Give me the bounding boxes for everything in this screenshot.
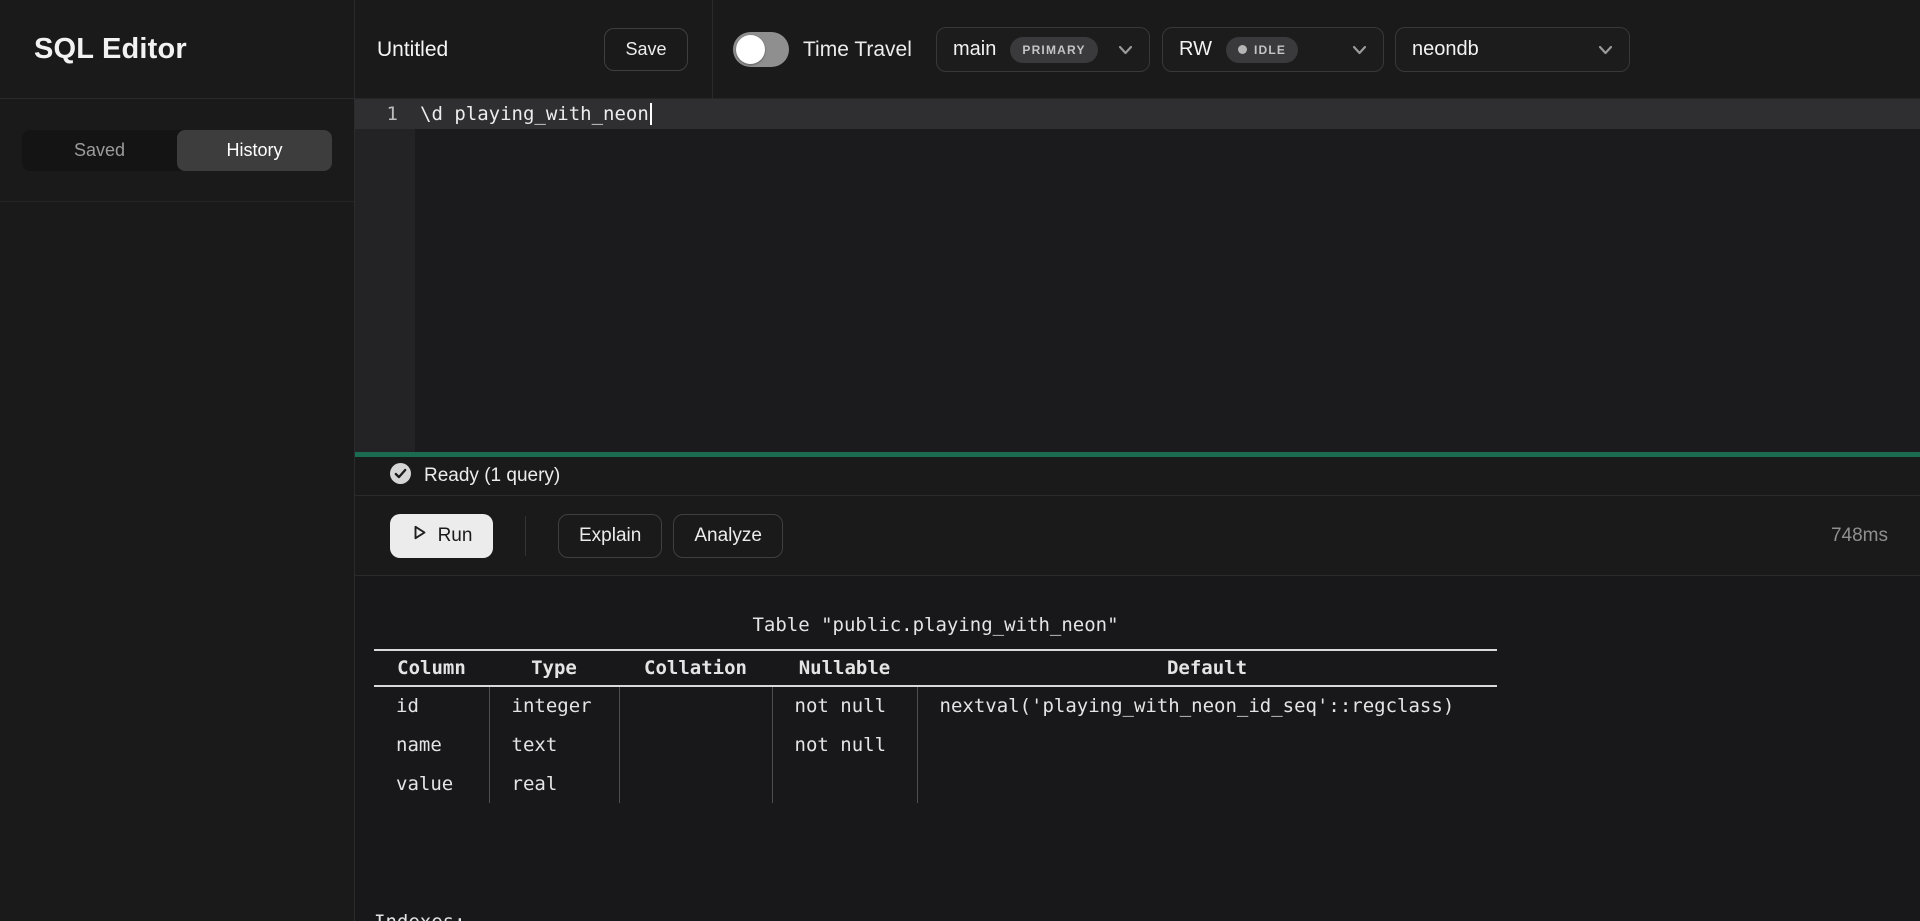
actions-toolbar: Run Explain Analyze 748ms xyxy=(355,496,1920,576)
table-header-cell: Column xyxy=(374,650,489,686)
main-panel: Untitled Save Time Travel main PRIMARY R… xyxy=(355,0,1920,921)
query-title[interactable]: Untitled xyxy=(377,0,448,99)
results-table: Column Type Collation Nullable Default i… xyxy=(374,649,1497,803)
table-header-cell: Collation xyxy=(619,650,772,686)
code-editor[interactable]: 1 \d playing_with_neon xyxy=(355,99,1920,452)
play-icon xyxy=(411,524,428,547)
editor-gutter xyxy=(355,129,415,452)
tab-saved[interactable]: Saved xyxy=(22,130,177,171)
results-table-title: Table "public.playing_with_neon" xyxy=(374,614,1497,636)
table-cell: not null xyxy=(772,725,917,764)
indexes-section: Indexes: "playing_with_neon_pkey" PRIMAR… xyxy=(374,830,1920,921)
sidebar-tabs: Saved History xyxy=(0,99,354,202)
text-cursor xyxy=(650,103,652,125)
table-cell: not null xyxy=(772,686,917,725)
table-cell xyxy=(619,725,772,764)
results-panel: Table "public.playing_with_neon" Column … xyxy=(355,576,1920,921)
compute-select[interactable]: RW IDLE xyxy=(1162,27,1384,72)
sql-editor-app: SQL Editor Saved History Untitled Save T xyxy=(0,0,1920,921)
table-row: name text not null xyxy=(374,725,1497,764)
run-button[interactable]: Run xyxy=(390,514,493,558)
table-cell: real xyxy=(489,764,619,803)
table-cell xyxy=(917,764,1497,803)
table-cell: id xyxy=(374,686,489,725)
save-button[interactable]: Save xyxy=(604,28,688,71)
toolbar-divider xyxy=(525,516,526,556)
table-row: id integer not null nextval('playing_wit… xyxy=(374,686,1497,725)
tab-saved-label: Saved xyxy=(74,140,125,161)
database-name: neondb xyxy=(1412,38,1479,61)
status-bar: Ready (1 query) xyxy=(355,457,1920,496)
status-text: Ready (1 query) xyxy=(424,465,560,487)
status-dot-icon xyxy=(1238,45,1247,54)
table-cell xyxy=(772,764,917,803)
branch-select[interactable]: main PRIMARY xyxy=(936,27,1150,72)
history-list-area xyxy=(0,202,354,921)
run-button-label: Run xyxy=(438,525,473,547)
saved-history-segmented-control: Saved History xyxy=(22,130,332,171)
explain-button[interactable]: Explain xyxy=(558,514,662,558)
time-travel-label: Time Travel xyxy=(803,0,912,99)
chevron-down-icon xyxy=(1352,45,1367,55)
sidebar-header: SQL Editor xyxy=(0,0,354,99)
table-cell xyxy=(917,725,1497,764)
analyze-button[interactable]: Analyze xyxy=(673,514,783,558)
time-travel-toggle[interactable] xyxy=(733,32,789,67)
table-header-cell: Type xyxy=(489,650,619,686)
page-title: SQL Editor xyxy=(34,33,187,66)
line-number: 1 xyxy=(355,103,415,125)
table-cell: text xyxy=(489,725,619,764)
table-cell: nextval('playing_with_neon_id_seq'::regc… xyxy=(917,686,1497,725)
check-circle-icon xyxy=(389,462,412,490)
table-header-row: Column Type Collation Nullable Default xyxy=(374,650,1497,686)
table-header-cell: Default xyxy=(917,650,1497,686)
branch-name: main xyxy=(953,38,996,61)
table-header-cell: Nullable xyxy=(772,650,917,686)
primary-badge: PRIMARY xyxy=(1010,37,1097,63)
tab-history[interactable]: History xyxy=(177,130,332,171)
toggle-knob-icon xyxy=(736,35,765,64)
topbar-divider xyxy=(712,0,713,99)
database-select[interactable]: neondb xyxy=(1395,27,1630,72)
table-cell: value xyxy=(374,764,489,803)
chevron-down-icon xyxy=(1118,45,1133,55)
table-cell xyxy=(619,686,772,725)
sidebar: SQL Editor Saved History xyxy=(0,0,355,921)
tab-history-label: History xyxy=(226,140,282,161)
active-code-line[interactable]: 1 \d playing_with_neon xyxy=(355,99,1920,129)
table-cell: integer xyxy=(489,686,619,725)
idle-status-text: IDLE xyxy=(1254,43,1286,57)
topbar: Untitled Save Time Travel main PRIMARY R… xyxy=(355,0,1920,99)
indexes-label: Indexes: xyxy=(374,904,1920,921)
chevron-down-icon xyxy=(1598,45,1613,55)
query-duration: 748ms xyxy=(1831,525,1888,547)
code-text: \d playing_with_neon xyxy=(420,103,649,125)
idle-status-badge: IDLE xyxy=(1226,37,1298,63)
table-row: value real xyxy=(374,764,1497,803)
table-cell xyxy=(619,764,772,803)
table-cell: name xyxy=(374,725,489,764)
compute-mode: RW xyxy=(1179,38,1212,61)
